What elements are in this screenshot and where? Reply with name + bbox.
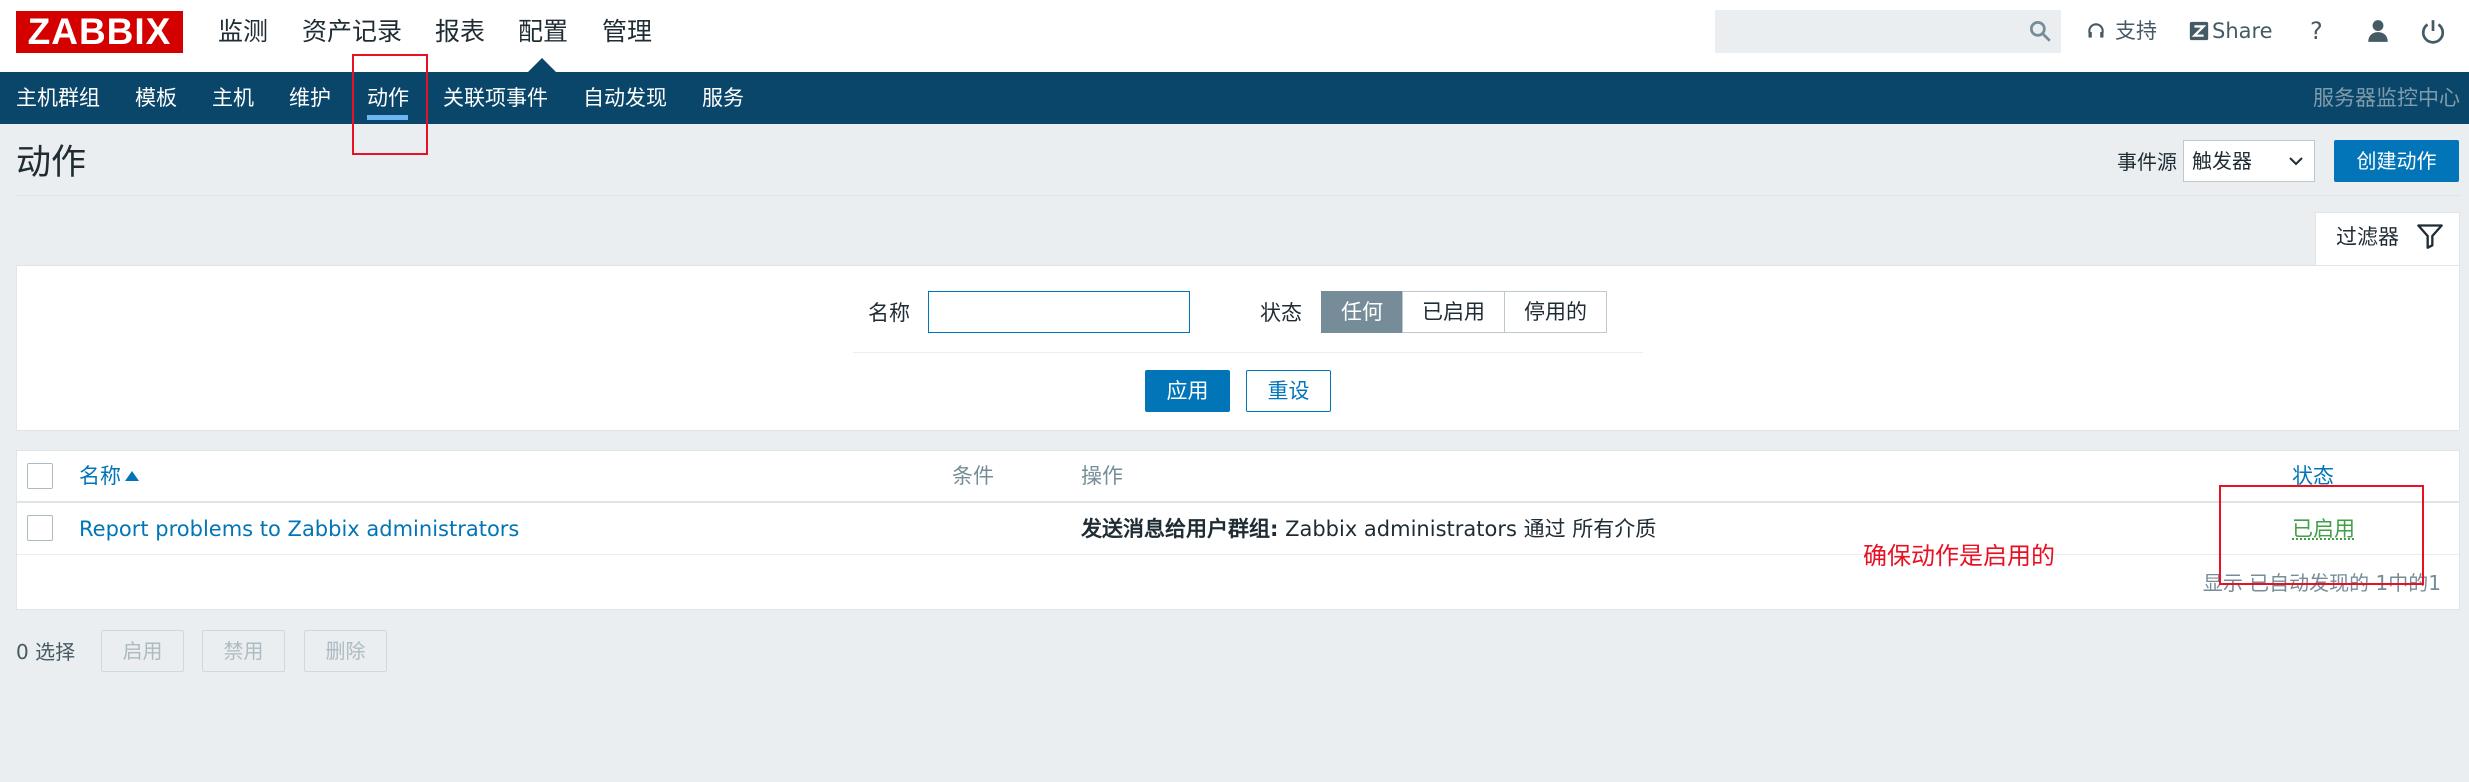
subnav-hosts[interactable]: 主机 xyxy=(212,84,254,112)
annotation-box-status xyxy=(2219,485,2424,585)
active-menu-caret xyxy=(528,58,556,72)
subnav-event-correlation[interactable]: 关联项事件 xyxy=(443,84,548,112)
annotation-text: 确保动作是启用的 xyxy=(1863,542,2055,570)
actions-table: 名称 条件 操作 状态 Report problems to Zabbix ad… xyxy=(16,450,2460,610)
sort-ascending-icon xyxy=(125,471,139,481)
status-any-option[interactable]: 任何 xyxy=(1321,291,1403,333)
menu-inventory[interactable]: 资产记录 xyxy=(302,12,402,52)
filter-icon xyxy=(2417,224,2443,249)
menu-reports[interactable]: 报表 xyxy=(435,12,485,52)
select-all-checkbox[interactable] xyxy=(27,463,53,489)
filter-divider xyxy=(853,352,1643,353)
headset-icon xyxy=(2088,23,2104,38)
action-operations: 发送消息给用户群组: Zabbix administrators 通过 所有介质 xyxy=(1081,514,1656,544)
server-name: 服务器监控中心 xyxy=(2313,86,2460,110)
subnav-maintenance[interactable]: 维护 xyxy=(289,84,331,112)
column-header-operations: 操作 xyxy=(1081,464,1123,488)
filter-tab[interactable]: 过滤器 xyxy=(2315,212,2460,267)
help-icon[interactable]: ? xyxy=(2310,16,2323,46)
status-enabled-option[interactable]: 已启用 xyxy=(1402,291,1505,333)
share-icon xyxy=(2189,21,2209,41)
filter-status-label: 状态 xyxy=(1260,301,1302,325)
enable-button[interactable]: 启用 xyxy=(101,630,184,672)
row-checkbox[interactable] xyxy=(27,515,53,541)
zabbix-logo[interactable]: ZABBIX xyxy=(16,11,183,53)
annotation-box-actions-tab xyxy=(352,54,428,155)
menu-administration[interactable]: 管理 xyxy=(602,12,652,52)
page-title: 动作 xyxy=(16,143,87,183)
search-icon[interactable] xyxy=(2027,18,2053,44)
create-action-button[interactable]: 创建动作 xyxy=(2334,140,2459,182)
selected-count: 0 选择 xyxy=(16,640,76,664)
column-header-name[interactable]: 名称 xyxy=(79,461,139,491)
menu-monitoring[interactable]: 监测 xyxy=(218,12,268,52)
operation-label: 发送消息给用户群组: xyxy=(1081,517,1279,541)
row-divider xyxy=(17,554,2459,555)
filter-name-input[interactable] xyxy=(928,291,1190,333)
event-source-select[interactable]: 触发器 xyxy=(2183,140,2315,182)
subnav-services[interactable]: 服务 xyxy=(702,84,744,112)
subnav-templates[interactable]: 模板 xyxy=(135,84,177,112)
event-source-value: 触发器 xyxy=(2192,149,2252,173)
header-divider xyxy=(17,501,2459,503)
sign-out-icon[interactable] xyxy=(2420,18,2446,44)
disable-button[interactable]: 禁用 xyxy=(202,630,285,672)
chevron-down-icon xyxy=(2289,157,2303,166)
status-disabled-option[interactable]: 停用的 xyxy=(1504,291,1607,333)
filter-tab-label: 过滤器 xyxy=(2336,225,2399,249)
share-link[interactable]: Share xyxy=(2212,16,2273,46)
delete-button[interactable]: 删除 xyxy=(304,630,387,672)
action-name-link[interactable]: Report problems to Zabbix administrators xyxy=(79,514,519,544)
operation-text: Zabbix administrators 通过 所有介质 xyxy=(1278,517,1657,541)
subnav-discovery[interactable]: 自动发现 xyxy=(583,84,667,112)
reset-button[interactable]: 重设 xyxy=(1246,370,1331,412)
search-input[interactable] xyxy=(1715,10,2061,53)
title-divider xyxy=(16,195,2460,196)
event-source-label: 事件源 xyxy=(2117,150,2177,174)
apply-button[interactable]: 应用 xyxy=(1145,370,1230,412)
user-profile-icon[interactable] xyxy=(2365,18,2391,44)
filter-name-label: 名称 xyxy=(868,301,910,325)
subnav-host-groups[interactable]: 主机群组 xyxy=(16,84,100,112)
column-header-conditions: 条件 xyxy=(952,464,994,488)
menu-configuration[interactable]: 配置 xyxy=(518,12,568,52)
support-link[interactable]: 支持 xyxy=(2115,16,2157,46)
filter-panel: 名称 状态 任何 已启用 停用的 应用 重设 xyxy=(16,265,2460,431)
